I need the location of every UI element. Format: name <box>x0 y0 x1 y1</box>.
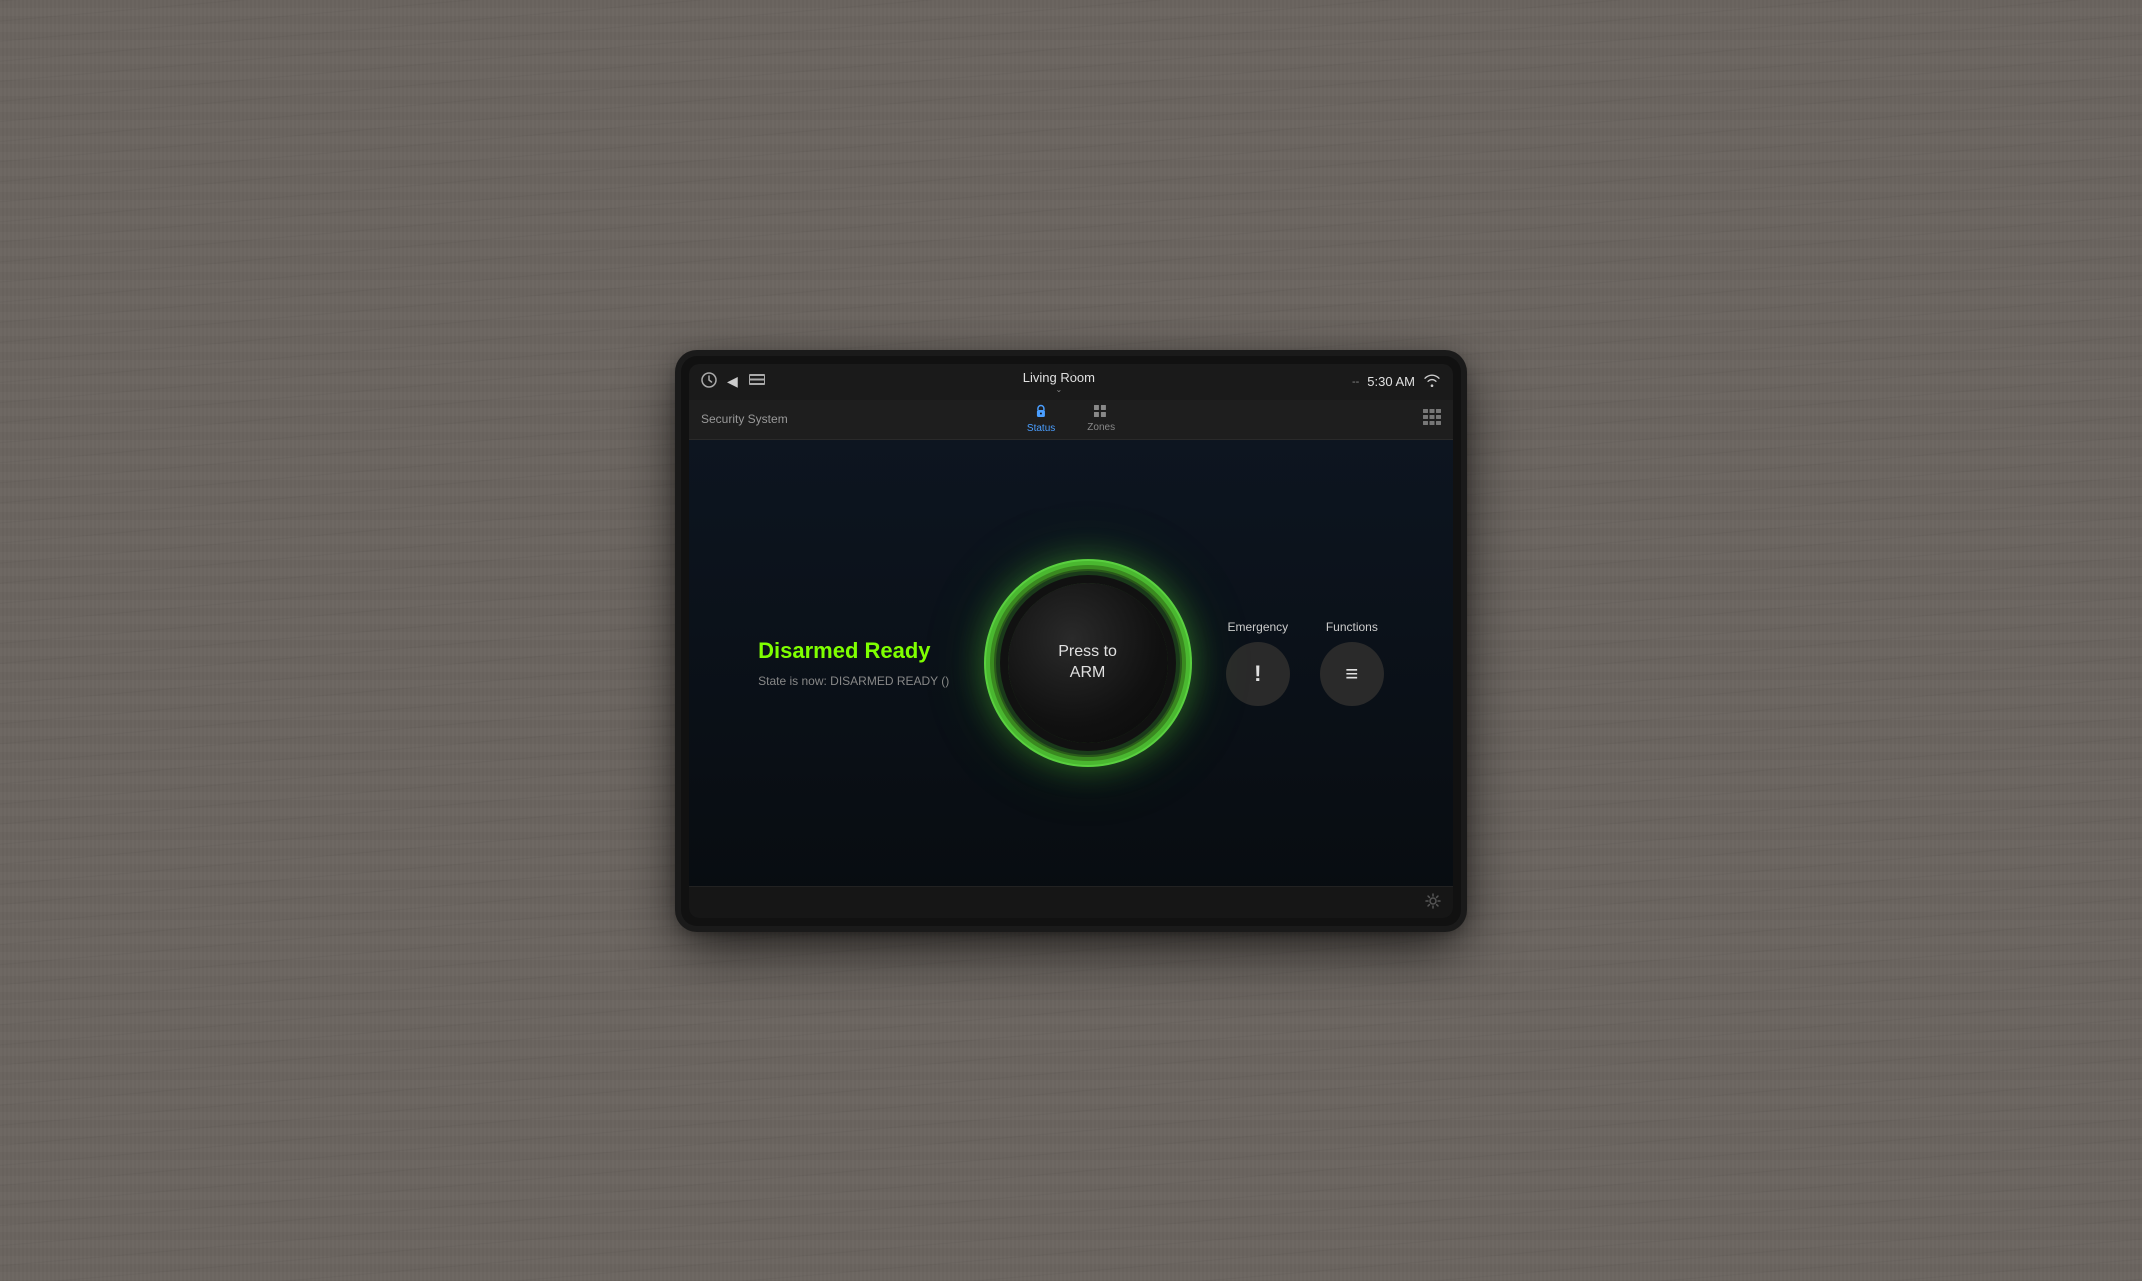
main-content: Disarmed Ready State is now: DISARMED RE… <box>689 440 1453 918</box>
grid-view-icon[interactable] <box>1423 409 1441 430</box>
status-bar-right: -- 5:30 AM <box>1352 373 1441 390</box>
settings-icon[interactable] <box>1425 893 1441 912</box>
disarmed-ready-text: Disarmed Ready <box>758 638 949 664</box>
wifi-icon <box>1423 373 1441 390</box>
content-area: Disarmed Ready State is now: DISARMED RE… <box>689 440 1453 886</box>
state-text: State is now: DISARMED READY () <box>758 674 949 688</box>
actions-section: Emergency ! Functions ≡ <box>1226 620 1384 706</box>
arm-button[interactable]: Press to ARM <box>1008 583 1168 743</box>
zones-icon <box>1094 405 1108 420</box>
emergency-icon: ! <box>1254 661 1261 687</box>
back-icon[interactable]: ◀ <box>727 373 738 390</box>
camera-dot <box>1068 370 1074 376</box>
status-dash: -- <box>1352 376 1359 388</box>
chevron-down-icon: ⌄ <box>1056 385 1063 394</box>
status-section: Disarmed Ready State is now: DISARMED RE… <box>758 638 949 688</box>
functions-action[interactable]: Functions ≡ <box>1320 620 1384 706</box>
nav-tabs: Status Zones <box>1011 400 1131 438</box>
room-name[interactable]: Living Room <box>1023 370 1095 385</box>
emergency-button[interactable]: ! <box>1226 642 1290 706</box>
tab-status-label: Status <box>1027 423 1055 434</box>
clock-icon[interactable] <box>701 372 717 391</box>
tablet-bezel: ◀ Living Room ⌄ -- 5:30 <box>689 364 1453 918</box>
tab-zones-label: Zones <box>1087 422 1115 433</box>
lock-icon <box>1035 404 1047 421</box>
arm-button-container: Press to ARM <box>1008 583 1168 743</box>
tab-status[interactable]: Status <box>1011 400 1071 438</box>
functions-label: Functions <box>1326 620 1378 634</box>
nav-bar: Security System Status <box>689 400 1453 440</box>
tab-zones[interactable]: Zones <box>1071 401 1131 437</box>
time-display: 5:30 AM <box>1367 374 1415 389</box>
functions-button[interactable]: ≡ <box>1320 642 1384 706</box>
arm-button-text: Press to ARM <box>1058 642 1117 684</box>
menu-icon[interactable] <box>748 373 766 390</box>
nav-title: Security System <box>701 412 788 426</box>
tablet-device: ◀ Living Room ⌄ -- 5:30 <box>681 356 1461 926</box>
bottom-bar <box>689 886 1453 918</box>
status-bar-center: Living Room ⌄ <box>1023 370 1095 394</box>
arm-text-line2: ARM <box>1070 664 1106 681</box>
functions-icon: ≡ <box>1345 661 1358 687</box>
arm-text-line1: Press to <box>1058 643 1117 660</box>
emergency-action[interactable]: Emergency ! <box>1226 620 1290 706</box>
emergency-label: Emergency <box>1227 620 1288 634</box>
status-bar-left: ◀ <box>701 372 766 391</box>
arm-button-inner: Press to ARM <box>1058 642 1117 684</box>
